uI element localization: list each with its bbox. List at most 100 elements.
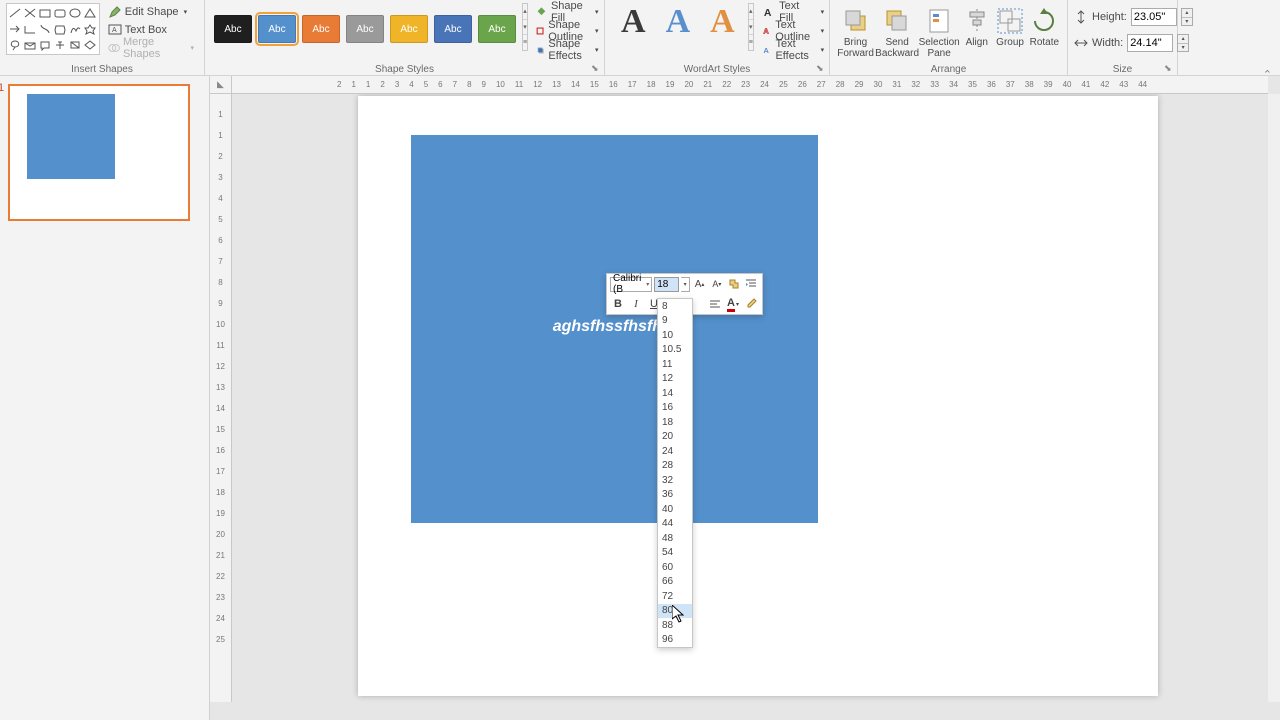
mini-format-painter[interactable] (726, 276, 741, 292)
width-input[interactable] (1127, 34, 1173, 52)
wordart-style[interactable]: A (666, 3, 691, 41)
shape-styles-launcher[interactable]: ⬊ (591, 63, 601, 73)
font-size-option[interactable]: 40 (658, 502, 692, 517)
rotate-button[interactable]: Rotate (1028, 3, 1061, 48)
mini-bold-button[interactable]: B (610, 296, 626, 312)
text-fill-button[interactable]: AText Fill▾ (762, 3, 824, 20)
mini-font-combo[interactable]: Calibri (B▾ (610, 277, 652, 292)
font-size-option[interactable]: 11 (658, 357, 692, 372)
text-effects-button[interactable]: AText Effects▾ (762, 41, 824, 58)
font-size-option[interactable]: 66 (658, 575, 692, 590)
thumb-shape (27, 94, 115, 179)
svg-text:A: A (112, 27, 117, 34)
font-size-option[interactable]: 20 (658, 430, 692, 445)
mini-italic-button[interactable]: I (628, 296, 644, 312)
wordart-style[interactable]: A (710, 3, 735, 41)
font-size-option[interactable]: 80 (658, 604, 692, 619)
height-input[interactable] (1131, 8, 1177, 26)
mini-align-button[interactable] (707, 296, 723, 312)
ruler-corner: ◣ (210, 76, 232, 94)
ruler-vertical: 1123456789101112131415161718192021222324… (210, 94, 232, 702)
shape-outline-button[interactable]: Shape Outline▾ (536, 22, 598, 39)
align-button[interactable]: Align (961, 3, 992, 48)
font-size-option[interactable]: 96 (658, 633, 692, 648)
edit-shape-button[interactable]: Edit Shape▾ (104, 3, 198, 20)
size-launcher[interactable]: ⬊ (1164, 63, 1174, 73)
mini-eyedropper-button[interactable] (743, 296, 759, 312)
font-size-option[interactable]: 16 (658, 401, 692, 416)
width-icon (1074, 36, 1088, 50)
group-button[interactable]: Group (994, 3, 1025, 48)
svg-text:A: A (763, 45, 769, 54)
group-label: WordArt Styles (605, 64, 829, 75)
shape-effects-button[interactable]: Shape Effects▾ (536, 41, 598, 58)
bring-forward-button[interactable]: Bring Forward (836, 3, 875, 59)
style-swatch[interactable]: Abc (302, 15, 340, 43)
group-label: Arrange (830, 64, 1067, 75)
height-icon (1074, 10, 1088, 24)
group-size: Height: ▴▾ Width: ▴▾ Size ⬊ (1068, 0, 1178, 76)
mini-fontsize-dropdown[interactable]: ▾ (681, 277, 690, 292)
group-label: Size (1068, 64, 1177, 75)
font-size-option[interactable]: 10 (658, 328, 692, 343)
style-swatch[interactable]: Abc (434, 15, 472, 43)
font-size-option[interactable]: 48 (658, 531, 692, 546)
mini-grow-font-button[interactable]: A▴ (692, 276, 707, 292)
font-size-option[interactable]: 54 (658, 546, 692, 561)
font-size-option[interactable]: 32 (658, 473, 692, 488)
scrollbar-vertical[interactable] (1268, 94, 1280, 702)
mini-indent-button[interactable] (744, 276, 759, 292)
height-label: Height: (1092, 11, 1127, 23)
font-size-option[interactable]: 18 (658, 415, 692, 430)
font-size-option[interactable]: 24 (658, 444, 692, 459)
rectangle-shape[interactable]: aghsfhssfhsfhsf (411, 135, 818, 523)
slide-number: 1 (0, 82, 4, 94)
font-size-option[interactable]: 10.5 (658, 343, 692, 358)
slide[interactable]: aghsfhssfhsfhsf (358, 96, 1158, 696)
wordart-style[interactable]: A (621, 3, 646, 41)
slide-thumbnail[interactable]: 1 (8, 84, 190, 221)
ribbon: Edit Shape▾ A Text Box Merge Shapes▾ Ins… (0, 0, 1280, 76)
style-swatch[interactable]: Abc (214, 15, 252, 43)
workspace: 1 aghsfhssfhsfhsf (0, 76, 1280, 720)
font-size-option[interactable]: 28 (658, 459, 692, 474)
font-size-option[interactable]: 12 (658, 372, 692, 387)
ruler-horizontal: 2112345678910111213141516171819202122232… (232, 76, 1268, 94)
height-spinner[interactable]: ▴▾ (1181, 8, 1193, 26)
mini-fontsize-combo[interactable]: 18 (654, 277, 679, 292)
shape-fill-button[interactable]: Shape Fill▾ (536, 3, 598, 20)
style-swatch[interactable]: Abc (346, 15, 384, 43)
font-size-option[interactable]: 60 (658, 560, 692, 575)
group-wordart: AAA ▴ ▾ ≡ AText Fill▾ AText Outline▾ ATe… (605, 0, 830, 76)
group-arrange: Bring Forward Send Backward Selection Pa… (830, 0, 1068, 76)
width-label: Width: (1092, 37, 1123, 49)
font-size-option[interactable]: 88 (658, 618, 692, 633)
group-label: Shape Styles (205, 64, 604, 75)
font-size-dropdown[interactable]: 891010.511121416182024283236404448546066… (657, 298, 693, 648)
thumbnail-panel: 1 (0, 76, 210, 720)
font-size-option[interactable]: 14 (658, 386, 692, 401)
canvas-area[interactable]: aghsfhssfhsfhsf (210, 76, 1280, 720)
selection-pane-button[interactable]: Selection Pane (919, 3, 959, 59)
width-spinner[interactable]: ▴▾ (1177, 34, 1189, 52)
mini-font-color-button[interactable]: A▾ (725, 296, 741, 312)
group-insert-shapes: Edit Shape▾ A Text Box Merge Shapes▾ Ins… (0, 0, 205, 76)
mini-shrink-font-button[interactable]: A▾ (709, 276, 724, 292)
style-swatch[interactable]: Abc (390, 15, 428, 43)
group-shape-styles: AbcAbcAbcAbcAbcAbcAbc ▴ ▾ ≡ Shape Fill▾ … (205, 0, 605, 76)
text-outline-button[interactable]: AText Outline▾ (762, 22, 824, 39)
group-label: Insert Shapes (0, 64, 204, 75)
svg-text:A: A (764, 7, 772, 18)
wordart-launcher[interactable]: ⬊ (816, 63, 826, 73)
font-size-option[interactable]: 44 (658, 517, 692, 532)
merge-shapes-button: Merge Shapes▾ (104, 39, 198, 56)
style-swatch[interactable]: Abc (258, 15, 296, 43)
style-swatch[interactable]: Abc (478, 15, 516, 43)
font-size-option[interactable]: 8 (658, 299, 692, 314)
font-size-option[interactable]: 36 (658, 488, 692, 503)
send-backward-button[interactable]: Send Backward (877, 3, 917, 59)
font-size-option[interactable]: 9 (658, 314, 692, 329)
svg-text:A: A (763, 26, 769, 35)
shape-gallery[interactable] (6, 3, 100, 55)
font-size-option[interactable]: 72 (658, 589, 692, 604)
